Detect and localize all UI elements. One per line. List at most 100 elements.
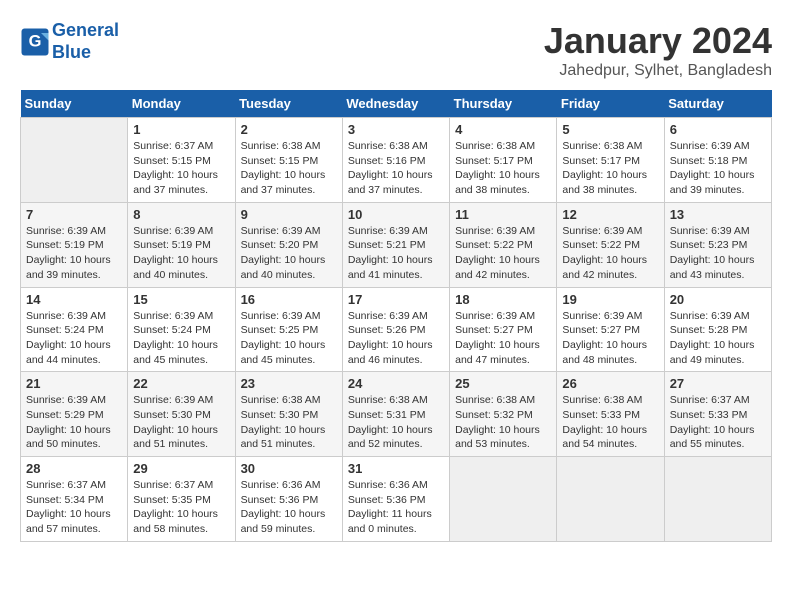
title-section: January 2024 Jahedpur, Sylhet, Banglades…	[544, 20, 772, 80]
day-info: Sunrise: 6:36 AM Sunset: 5:36 PM Dayligh…	[241, 478, 337, 537]
day-number: 8	[133, 207, 229, 222]
day-cell: 13 Sunrise: 6:39 AM Sunset: 5:23 PM Dayli…	[664, 202, 771, 287]
header-cell-saturday: Saturday	[664, 90, 771, 118]
day-number: 24	[348, 376, 444, 391]
logo-line1: General	[52, 20, 119, 40]
day-cell	[21, 118, 128, 203]
day-info: Sunrise: 6:37 AM Sunset: 5:15 PM Dayligh…	[133, 139, 229, 198]
day-number: 29	[133, 461, 229, 476]
day-cell: 14Sunrise: 6:39 AM Sunset: 5:24 PM Dayli…	[21, 287, 128, 372]
day-number: 7	[26, 207, 122, 222]
day-cell: 1 Sunrise: 6:37 AM Sunset: 5:15 PM Daylig…	[128, 118, 235, 203]
day-cell: 12 Sunrise: 6:39 AM Sunset: 5:22 PM Dayli…	[557, 202, 664, 287]
day-cell: 24 Sunrise: 6:38 AM Sunset: 5:31 PM Dayli…	[342, 372, 449, 457]
day-number: 1	[133, 122, 229, 137]
day-info: Sunrise: 6:39 AM Sunset: 5:20 PM Dayligh…	[241, 224, 337, 283]
day-info: Sunrise: 6:39 AM Sunset: 5:27 PM Dayligh…	[562, 309, 658, 368]
day-info: Sunrise: 6:38 AM Sunset: 5:33 PM Dayligh…	[562, 393, 658, 452]
day-number: 28	[26, 461, 122, 476]
header-cell-monday: Monday	[128, 90, 235, 118]
day-number: 5	[562, 122, 658, 137]
day-number: 26	[562, 376, 658, 391]
day-info: Sunrise: 6:37 AM Sunset: 5:34 PM Dayligh…	[26, 478, 122, 537]
day-info: Sunrise: 6:39 AM Sunset: 5:21 PM Dayligh…	[348, 224, 444, 283]
day-number: 2	[241, 122, 337, 137]
logo-icon: G	[20, 27, 50, 57]
day-cell: 22 Sunrise: 6:39 AM Sunset: 5:30 PM Dayli…	[128, 372, 235, 457]
day-cell: 19 Sunrise: 6:39 AM Sunset: 5:27 PM Dayli…	[557, 287, 664, 372]
calendar-subtitle: Jahedpur, Sylhet, Bangladesh	[544, 62, 772, 80]
day-number: 4	[455, 122, 551, 137]
header-cell-tuesday: Tuesday	[235, 90, 342, 118]
day-number: 19	[562, 292, 658, 307]
day-number: 3	[348, 122, 444, 137]
header-row: SundayMondayTuesdayWednesdayThursdayFrid…	[21, 90, 772, 118]
day-cell: 25Sunrise: 6:38 AM Sunset: 5:32 PM Dayli…	[450, 372, 557, 457]
day-info: Sunrise: 6:39 AM Sunset: 5:30 PM Dayligh…	[133, 393, 229, 452]
day-cell: 26 Sunrise: 6:38 AM Sunset: 5:33 PM Dayli…	[557, 372, 664, 457]
day-info: Sunrise: 6:39 AM Sunset: 5:19 PM Dayligh…	[133, 224, 229, 283]
day-number: 17	[348, 292, 444, 307]
day-number: 6	[670, 122, 766, 137]
day-cell: 9Sunrise: 6:39 AM Sunset: 5:20 PM Daylig…	[235, 202, 342, 287]
day-number: 16	[241, 292, 337, 307]
day-cell: 30 Sunrise: 6:36 AM Sunset: 5:36 PM Dayli…	[235, 457, 342, 542]
logo: G General Blue	[20, 20, 119, 63]
header-cell-wednesday: Wednesday	[342, 90, 449, 118]
day-number: 14	[26, 292, 122, 307]
day-number: 27	[670, 376, 766, 391]
day-cell: 17 Sunrise: 6:39 AM Sunset: 5:26 PM Dayli…	[342, 287, 449, 372]
week-row-5: 28 Sunrise: 6:37 AM Sunset: 5:34 PM Dayli…	[21, 457, 772, 542]
day-info: Sunrise: 6:37 AM Sunset: 5:35 PM Dayligh…	[133, 478, 229, 537]
svg-text:G: G	[29, 32, 42, 50]
day-number: 25	[455, 376, 551, 391]
day-number: 13	[670, 207, 766, 222]
day-info: Sunrise: 6:39 AM Sunset: 5:24 PM Dayligh…	[133, 309, 229, 368]
day-cell: 28 Sunrise: 6:37 AM Sunset: 5:34 PM Dayli…	[21, 457, 128, 542]
day-info: Sunrise: 6:39 AM Sunset: 5:29 PM Dayligh…	[26, 393, 122, 452]
day-cell: 6 Sunrise: 6:39 AM Sunset: 5:18 PM Daylig…	[664, 118, 771, 203]
day-info: Sunrise: 6:39 AM Sunset: 5:22 PM Dayligh…	[455, 224, 551, 283]
day-cell: 10 Sunrise: 6:39 AM Sunset: 5:21 PM Dayli…	[342, 202, 449, 287]
header-cell-thursday: Thursday	[450, 90, 557, 118]
day-number: 10	[348, 207, 444, 222]
day-cell: 15Sunrise: 6:39 AM Sunset: 5:24 PM Dayli…	[128, 287, 235, 372]
day-number: 18	[455, 292, 551, 307]
day-info: Sunrise: 6:39 AM Sunset: 5:23 PM Dayligh…	[670, 224, 766, 283]
day-number: 31	[348, 461, 444, 476]
header: G General Blue January 2024 Jahedpur, Sy…	[20, 20, 772, 80]
day-cell: 16 Sunrise: 6:39 AM Sunset: 5:25 PM Dayli…	[235, 287, 342, 372]
day-info: Sunrise: 6:38 AM Sunset: 5:30 PM Dayligh…	[241, 393, 337, 452]
day-info: Sunrise: 6:39 AM Sunset: 5:19 PM Dayligh…	[26, 224, 122, 283]
day-info: Sunrise: 6:39 AM Sunset: 5:22 PM Dayligh…	[562, 224, 658, 283]
day-info: Sunrise: 6:38 AM Sunset: 5:16 PM Dayligh…	[348, 139, 444, 198]
day-info: Sunrise: 6:38 AM Sunset: 5:17 PM Dayligh…	[455, 139, 551, 198]
calendar-title: January 2024	[544, 20, 772, 62]
day-number: 30	[241, 461, 337, 476]
header-cell-friday: Friday	[557, 90, 664, 118]
day-number: 11	[455, 207, 551, 222]
day-number: 12	[562, 207, 658, 222]
day-info: Sunrise: 6:38 AM Sunset: 5:31 PM Dayligh…	[348, 393, 444, 452]
logo-text: General Blue	[52, 20, 119, 63]
day-info: Sunrise: 6:39 AM Sunset: 5:18 PM Dayligh…	[670, 139, 766, 198]
day-number: 22	[133, 376, 229, 391]
day-info: Sunrise: 6:39 AM Sunset: 5:25 PM Dayligh…	[241, 309, 337, 368]
day-cell: 21 Sunrise: 6:39 AM Sunset: 5:29 PM Dayli…	[21, 372, 128, 457]
day-cell: 7 Sunrise: 6:39 AM Sunset: 5:19 PM Daylig…	[21, 202, 128, 287]
day-number: 21	[26, 376, 122, 391]
day-info: Sunrise: 6:39 AM Sunset: 5:28 PM Dayligh…	[670, 309, 766, 368]
day-cell: 31 Sunrise: 6:36 AM Sunset: 5:36 PM Dayli…	[342, 457, 449, 542]
header-cell-sunday: Sunday	[21, 90, 128, 118]
week-row-4: 21 Sunrise: 6:39 AM Sunset: 5:29 PM Dayli…	[21, 372, 772, 457]
day-info: Sunrise: 6:39 AM Sunset: 5:26 PM Dayligh…	[348, 309, 444, 368]
day-info: Sunrise: 6:36 AM Sunset: 5:36 PM Dayligh…	[348, 478, 444, 537]
day-cell	[664, 457, 771, 542]
week-row-3: 14 Sunrise: 6:39 AM Sunset: 5:24 PM Dayli…	[21, 287, 772, 372]
day-info: Sunrise: 6:37 AM Sunset: 5:33 PM Dayligh…	[670, 393, 766, 452]
day-cell: 4 Sunrise: 6:38 AM Sunset: 5:17 PM Daylig…	[450, 118, 557, 203]
day-number: 20	[670, 292, 766, 307]
calendar-table: SundayMondayTuesdayWednesdayThursdayFrid…	[20, 90, 772, 542]
day-cell: 23Sunrise: 6:38 AM Sunset: 5:30 PM Dayli…	[235, 372, 342, 457]
day-cell: 18Sunrise: 6:39 AM Sunset: 5:27 PM Dayli…	[450, 287, 557, 372]
